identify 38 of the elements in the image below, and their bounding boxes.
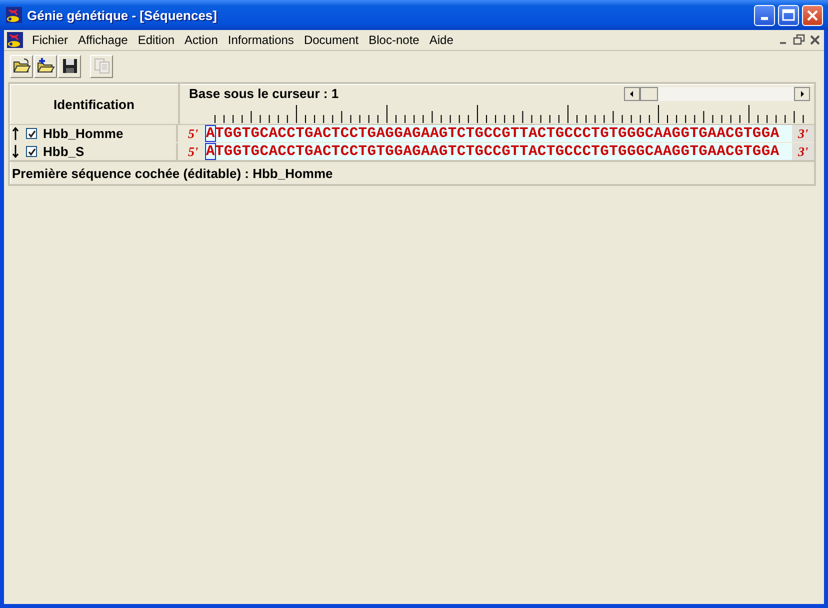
horizontal-scrollbar[interactable] <box>624 86 810 100</box>
close-icon[interactable] <box>808 33 822 47</box>
save-icon <box>62 58 78 74</box>
status-text: Première séquence cochée (éditable) : Hbb_Homme <box>12 166 333 180</box>
down-arrow-icon[interactable] <box>12 145 19 158</box>
minimize-button[interactable] <box>754 4 775 26</box>
cursor-position-label: Base sous le curseur : 1 <box>189 86 339 101</box>
close-button[interactable] <box>802 4 823 26</box>
strand-start-label: 5' <box>182 125 204 142</box>
column-header: Identification <box>54 96 134 112</box>
strand-end-label: 3' <box>792 125 814 142</box>
menu-item[interactable]: Document <box>298 33 364 47</box>
add-folder-button[interactable] <box>34 54 57 78</box>
strand-end-label: 3' <box>792 143 814 160</box>
minimize-icon <box>761 17 768 20</box>
checkbox[interactable] <box>26 128 37 139</box>
open-folder-icon <box>12 58 30 74</box>
document-icon <box>7 32 23 48</box>
menu-item[interactable]: Bloc-note <box>364 33 424 47</box>
menu-item[interactable]: Edition <box>132 33 180 47</box>
menu-item[interactable]: Affichage <box>73 33 133 47</box>
save-button[interactable] <box>58 54 81 78</box>
menu-item[interactable]: Informations <box>222 33 299 47</box>
menu-item[interactable]: Aide <box>424 33 458 47</box>
add-folder-icon <box>36 58 54 74</box>
menu-item[interactable]: Action <box>180 33 223 47</box>
restore-icon[interactable] <box>792 33 806 47</box>
up-arrow-icon[interactable] <box>12 127 19 140</box>
strand-start-label: 5' <box>182 143 204 160</box>
checkbox[interactable] <box>26 146 37 157</box>
window-title: Génie génétique - [Séquences] <box>27 8 217 22</box>
menu-item[interactable]: Fichier <box>27 33 74 47</box>
app-icon <box>6 7 22 23</box>
sequence-name: Hbb_Homme <box>43 126 124 141</box>
open-folder-button[interactable] <box>10 54 33 78</box>
maximize-button[interactable] <box>778 4 799 26</box>
copy-icon <box>94 58 110 74</box>
sequence-name: Hbb_S <box>43 144 84 159</box>
